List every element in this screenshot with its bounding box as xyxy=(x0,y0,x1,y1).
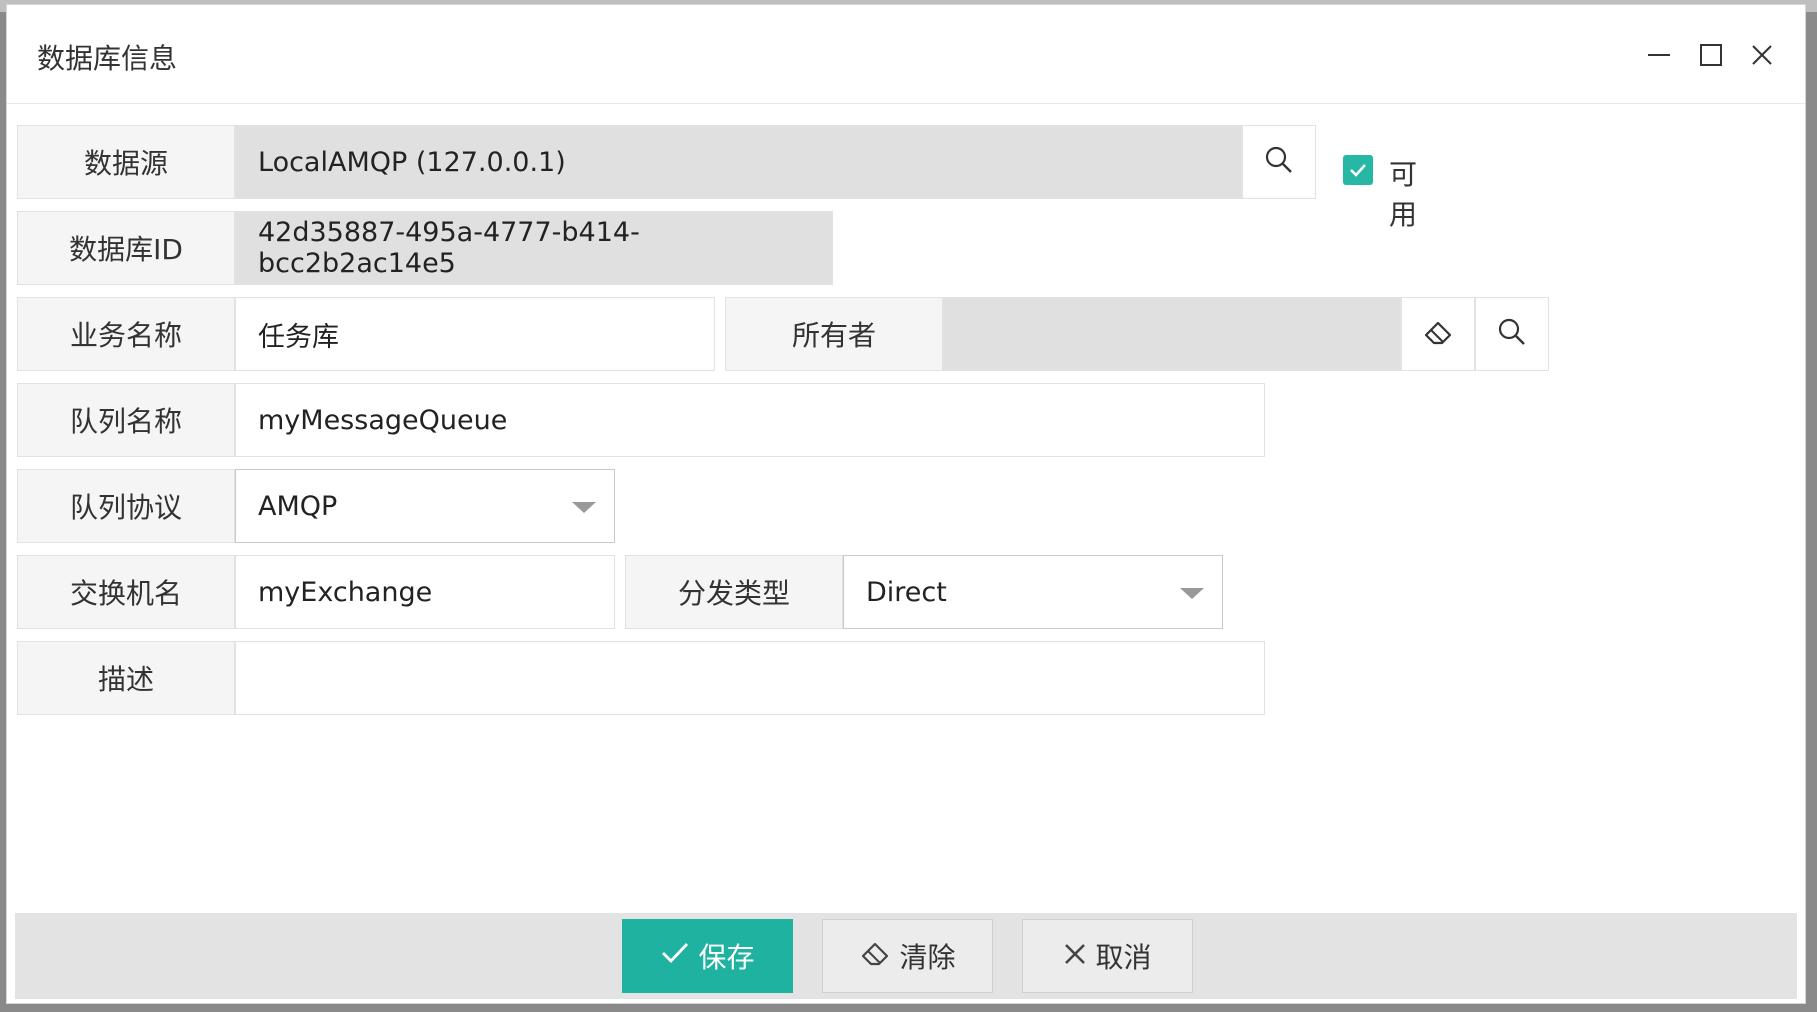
search-icon xyxy=(1264,145,1294,179)
owner-label: 所有者 xyxy=(725,297,943,371)
dialog-titlebar: 数据库信息 xyxy=(7,5,1805,104)
description-label: 描述 xyxy=(17,641,235,715)
dialog-footer: 保存 清除 取消 xyxy=(15,913,1797,999)
enabled-label: 可用 xyxy=(1389,158,1418,231)
queue-protocol-label: 队列协议 xyxy=(17,469,235,543)
eraser-icon xyxy=(859,939,891,974)
chevron-down-icon xyxy=(1180,588,1204,599)
database-id-label: 数据库ID xyxy=(17,211,235,285)
description-input[interactable] xyxy=(235,641,1265,715)
queue-protocol-select[interactable]: AMQP xyxy=(235,469,615,543)
exchange-name-label: 交换机名 xyxy=(17,555,235,629)
save-button-label: 保存 xyxy=(698,941,755,974)
database-info-dialog: 数据库信息 数据源 LocalAMQP (127.0.0.1) 可用 数据库ID… xyxy=(6,4,1806,1004)
datasource-label: 数据源 xyxy=(17,125,235,199)
maximize-icon[interactable] xyxy=(1689,33,1733,77)
dispatch-type-select[interactable]: Direct xyxy=(843,555,1223,629)
business-name-label: 业务名称 xyxy=(17,297,235,371)
owner-clear-button[interactable] xyxy=(1401,297,1475,371)
business-name-input[interactable]: 任务库 xyxy=(235,297,715,371)
eraser-icon xyxy=(1422,317,1454,351)
dispatch-type-value: Direct xyxy=(866,576,947,608)
minimize-icon[interactable] xyxy=(1637,33,1681,77)
datasource-search-button[interactable] xyxy=(1242,125,1316,199)
cancel-button-label: 取消 xyxy=(1095,941,1152,974)
queue-name-input[interactable]: myMessageQueue xyxy=(235,383,1265,457)
close-icon xyxy=(1063,940,1087,973)
save-button[interactable]: 保存 xyxy=(622,919,793,993)
chevron-down-icon xyxy=(572,502,596,513)
queue-name-label: 队列名称 xyxy=(17,383,235,457)
search-icon xyxy=(1497,317,1527,351)
enabled-checkbox[interactable] xyxy=(1343,155,1373,185)
exchange-name-input[interactable]: myExchange xyxy=(235,555,615,629)
dialog-title: 数据库信息 xyxy=(37,42,178,75)
clear-button[interactable]: 清除 xyxy=(822,919,993,993)
datasource-field[interactable]: LocalAMQP (127.0.0.1) xyxy=(235,125,1242,199)
owner-field[interactable] xyxy=(943,297,1401,371)
clear-button-label: 清除 xyxy=(899,941,956,974)
close-icon[interactable] xyxy=(1740,33,1784,77)
cancel-button[interactable]: 取消 xyxy=(1022,919,1193,993)
check-icon xyxy=(660,940,690,973)
queue-protocol-value: AMQP xyxy=(258,490,338,522)
dispatch-type-label: 分发类型 xyxy=(625,555,843,629)
owner-search-button[interactable] xyxy=(1475,297,1549,371)
database-id-field[interactable]: 42d35887-495a-4777-b414-bcc2b2ac14e5 xyxy=(235,211,833,285)
